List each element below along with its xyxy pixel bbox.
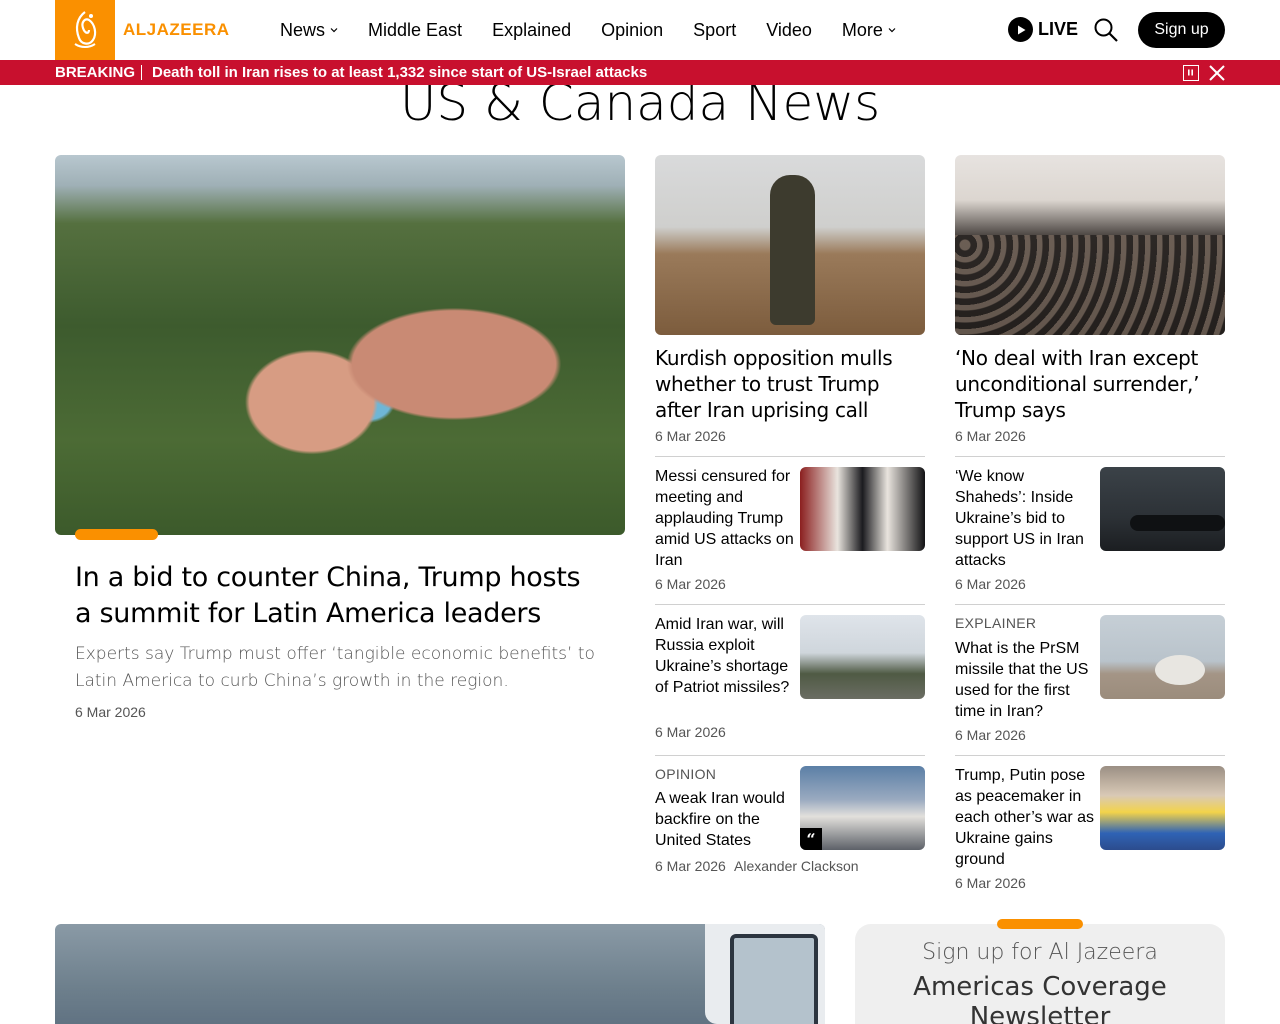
close-icon[interactable]	[1208, 64, 1226, 82]
nav-item-middle-east[interactable]: Middle East	[368, 20, 462, 41]
story-headline[interactable]: What is the PrSM missile that the US use…	[955, 638, 1095, 722]
nav-item-label: More	[841, 19, 883, 40]
divider	[655, 604, 925, 605]
chevron-down-icon	[888, 28, 896, 33]
boat-graphic	[705, 924, 825, 1024]
nav-item-label: Sport	[693, 19, 737, 40]
nav-item-news[interactable]: News	[280, 20, 338, 41]
story-headline[interactable]: A weak Iran would backfire on the United…	[655, 788, 795, 851]
chevron-down-icon	[330, 28, 338, 33]
story-thumbnail[interactable]	[800, 615, 925, 699]
story-thumbnail[interactable]	[1100, 467, 1225, 551]
nav-item-label: Video	[766, 19, 812, 40]
story-date: 6 Mar 2026	[655, 576, 726, 592]
site-header: ALJAZEERA News Middle East Explained Opi…	[0, 0, 1280, 60]
story-thumbnail[interactable]	[800, 467, 925, 551]
story-kicker: EXPLAINER	[955, 615, 1037, 631]
story-date: 6 Mar 2026	[955, 727, 1026, 743]
nav-item-more[interactable]: More	[842, 20, 896, 41]
nav-item-label: Explained	[492, 19, 572, 40]
crowd-graphic	[955, 235, 1225, 335]
story-thumbnail[interactable]	[1100, 615, 1225, 699]
nav-item-video[interactable]: Video	[766, 20, 812, 41]
divider	[655, 755, 925, 756]
breaking-divider	[141, 65, 142, 80]
nav-item-label: Opinion	[601, 19, 664, 40]
main-story-date: 6 Mar 2026	[75, 704, 146, 720]
live-label: LIVE	[1038, 19, 1079, 39]
featured-headline[interactable]: ‘No deal with Iran except unconditional …	[955, 345, 1225, 423]
featured-date: 6 Mar 2026	[955, 428, 1026, 444]
divider	[655, 456, 925, 457]
story-date: 6 Mar 2026	[655, 858, 726, 874]
story-date: 6 Mar 2026	[655, 724, 726, 740]
story-headline[interactable]: ‘We know Shaheds’: Inside Ukraine’s bid …	[955, 466, 1095, 571]
divider	[955, 755, 1225, 756]
featured-image[interactable]	[655, 155, 925, 335]
person-graphic	[770, 175, 815, 325]
main-nav: News Middle East Explained Opinion Sport…	[280, 0, 926, 60]
nav-item-opinion[interactable]: Opinion	[601, 20, 663, 41]
main-story-image[interactable]	[55, 155, 625, 535]
opinion-quote-icon: “	[800, 828, 822, 850]
featured-date: 6 Mar 2026	[655, 428, 726, 444]
missile-graphic	[1130, 515, 1225, 531]
breaking-headline[interactable]: Death toll in Iran rises to at least 1,3…	[152, 64, 647, 81]
main-story-summary: Experts say Trump must offer ‘tangible e…	[75, 644, 595, 691]
logo-wordmark: ALJAZEERA	[123, 20, 230, 39]
play-icon	[1008, 17, 1033, 42]
story-date: 6 Mar 2026	[955, 576, 1026, 592]
nav-item-label: Middle East	[368, 19, 463, 40]
story-thumbnail[interactable]: “	[800, 766, 925, 850]
story-thumbnail[interactable]	[1100, 766, 1225, 850]
breaking-news-bar[interactable]: BREAKING Death toll in Iran rises to at …	[0, 60, 1280, 85]
newsletter-subtitle: Sign up for Al Jazeera	[922, 940, 1158, 965]
search-icon[interactable]	[1093, 17, 1119, 43]
newsletter-title: Americas Coverage Newsletter	[913, 972, 1167, 1024]
story-kicker: OPINION	[655, 766, 717, 782]
main-story-headline[interactable]: In a bid to counter China, Trump hosts a…	[75, 560, 595, 632]
nav-item-sport[interactable]: Sport	[693, 20, 736, 41]
live-button[interactable]: LIVE	[1008, 17, 1078, 42]
story-headline[interactable]: Messi censured for meeting and applaudin…	[655, 466, 795, 571]
site-logo[interactable]: ALJAZEERA	[55, 0, 230, 60]
sign-up-button[interactable]: Sign up	[1138, 12, 1225, 48]
story-date: 6 Mar 2026	[955, 875, 1026, 891]
featured-image[interactable]	[955, 155, 1225, 335]
pause-icon[interactable]	[1183, 65, 1199, 81]
divider	[955, 604, 1225, 605]
aljazeera-logo-icon	[55, 0, 115, 60]
nav-item-label: News	[280, 19, 326, 40]
divider	[955, 456, 1225, 457]
story-author[interactable]: Alexander Clackson	[734, 858, 859, 874]
breaking-tag: BREAKING	[55, 64, 136, 81]
story-headline[interactable]: Trump, Putin pose as peacemaker in each …	[955, 765, 1095, 870]
accent-bar	[75, 529, 158, 540]
nav-item-explained[interactable]: Explained	[492, 20, 571, 41]
accent-bar	[997, 919, 1083, 929]
bottom-story-image[interactable]	[55, 924, 825, 1024]
smoke-graphic	[1155, 655, 1205, 685]
story-headline[interactable]: Amid Iran war, will Russia exploit Ukrai…	[655, 614, 795, 698]
featured-headline[interactable]: Kurdish opposition mulls whether to trus…	[655, 345, 925, 423]
